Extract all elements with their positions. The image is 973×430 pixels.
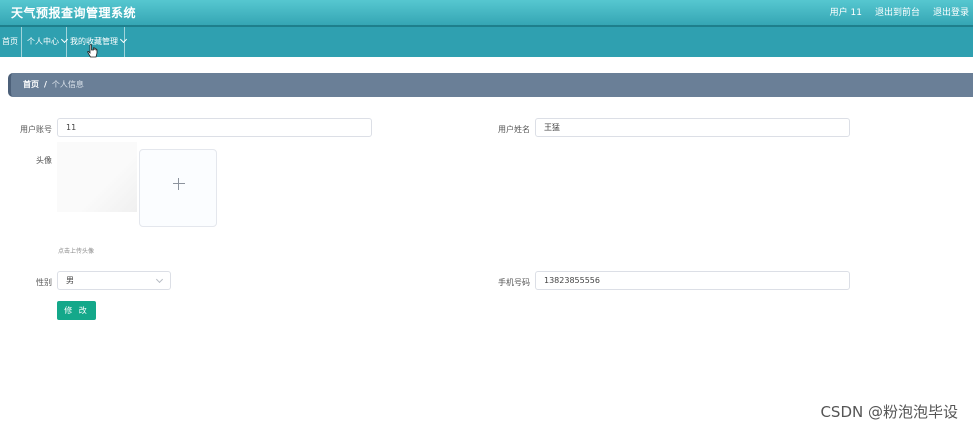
app-title: 天气预报查询管理系统 [11,6,137,20]
breadcrumb-separator: / [44,80,47,89]
nav-item-home[interactable]: 首页 [0,27,22,57]
gender-label: 性别 [36,278,52,287]
chevron-down-icon [119,35,128,44]
account-label: 用户账号 [20,125,52,134]
name-label: 用户姓名 [498,125,530,134]
header-links: 用户 11 退出到前台 退出登录 [830,5,969,18]
avatar-upload-hint: 点击上传头像 [58,248,95,255]
current-user-link[interactable]: 用户 11 [830,5,862,18]
avatar-upload-button[interactable] [139,149,217,227]
avatar-label: 头像 [36,156,52,165]
breadcrumb: 首页 / 个人信息 [8,73,973,97]
update-button[interactable]: 修 改 [57,301,96,320]
breadcrumb-home-link[interactable]: 首页 [23,80,39,89]
avatar-preview [57,142,137,212]
gender-select-value: 男 [66,276,74,285]
watermark: CSDN @粉泡泡毕设 [820,403,958,421]
phone-label: 手机号码 [498,278,530,287]
hand-cursor-icon [87,44,98,58]
name-field[interactable]: 王猛 [535,118,850,137]
main-nav: 首页 个人中心 我的收藏管理 [0,25,973,57]
nav-item-personal-center[interactable]: 个人中心 [25,27,69,57]
nav-item-label: 个人中心 [27,37,59,46]
logout-link[interactable]: 退出登录 [933,5,969,18]
chevron-down-icon [60,35,69,44]
top-header: 天气预报查询管理系统 用户 11 退出到前台 退出登录 [0,0,973,25]
breadcrumb-current: 个人信息 [51,80,84,89]
app-root: 天气预报查询管理系统 用户 11 退出到前台 退出登录 首页 个人中心 我的收藏… [0,0,973,430]
plus-icon [173,178,185,190]
nav-item-label: 首页 [2,37,18,46]
account-field[interactable]: 11 [57,118,372,137]
chevron-down-icon [155,275,164,284]
phone-field[interactable]: 13823855556 [535,271,850,290]
back-to-frontend-link[interactable]: 退出到前台 [875,5,920,18]
gender-select[interactable]: 男 [57,271,171,290]
